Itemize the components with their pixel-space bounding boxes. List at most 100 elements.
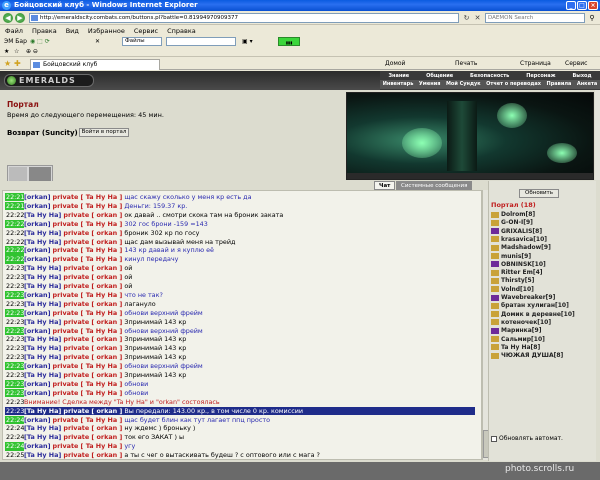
player-entry[interactable]: Сальмир[10] (491, 336, 596, 344)
player-entry[interactable]: Thirsty[5] (491, 277, 596, 285)
links-icon[interactable]: ⊕ ⊖ (26, 47, 38, 57)
auto-refresh-checkbox[interactable] (491, 435, 497, 442)
enter-portal-button[interactable]: Войти в портал (79, 128, 129, 137)
page-menu[interactable]: Страница (520, 59, 551, 69)
player-entry[interactable]: Volnd[10] (491, 286, 596, 294)
player-entry[interactable]: братан хулиган[10] (491, 302, 596, 310)
player-name[interactable]: krasavica[10] (501, 236, 547, 243)
message-private-tag[interactable]: private [ orkan ] (63, 238, 122, 246)
search-input[interactable]: DAEMON Search (485, 13, 585, 23)
message-nick[interactable]: [Ta Hy Ha] (24, 229, 61, 237)
tab-fight-club[interactable]: Бойцовский клуб (30, 59, 160, 70)
message-nick[interactable]: [Ta Hy Ha] (24, 300, 61, 308)
forward-icon[interactable]: ▶ (15, 13, 25, 23)
menu-view[interactable]: Вид (66, 26, 79, 36)
player-name[interactable]: Сальмир[10] (501, 336, 545, 343)
message-private-tag[interactable]: private [ Ta Hy Ha ] (53, 362, 123, 370)
nav-transfers[interactable]: Отчет о переводах (486, 80, 541, 89)
print-button[interactable]: Печать (455, 59, 477, 69)
player-name[interactable]: Wavebreaker[9] (501, 294, 555, 301)
message-nick[interactable]: [Ta Hy Ha] (24, 273, 61, 281)
message-nick[interactable]: [orkan] (24, 246, 51, 254)
player-name[interactable]: Madshadow[9] (501, 244, 551, 251)
menu-file[interactable]: Файл (5, 26, 23, 36)
toolbar-icons[interactable]: ◉ ⬚ ⟳ (30, 37, 50, 46)
player-name[interactable]: OBNINSK[10] (501, 261, 546, 268)
maximize-button[interactable]: □ (577, 1, 587, 10)
player-entry[interactable]: munis[9] (491, 253, 596, 261)
nav-exit[interactable]: Выход (573, 72, 592, 80)
message-nick[interactable]: [Ta Hy Ha] (24, 318, 61, 326)
message-nick[interactable]: [Ta Hy Ha] (24, 451, 61, 459)
player-name[interactable]: Маринка[9] (501, 327, 541, 334)
message-nick[interactable]: [orkan] (24, 327, 51, 335)
message-nick[interactable]: [Ta Hy Ha] (24, 424, 61, 432)
player-entry[interactable]: Домик в деревне[10] (491, 311, 596, 319)
message-private-tag[interactable]: private [ Ta Hy Ha ] (53, 442, 123, 450)
nav-chat[interactable]: Общение (426, 72, 453, 80)
message-nick[interactable]: [Ta Hy Ha] (24, 211, 61, 219)
add-favorite-star-icon[interactable]: ✚ (14, 60, 21, 68)
nav-security[interactable]: Безопасность (470, 72, 509, 80)
message-private-tag[interactable]: private [ Ta Hy Ha ] (53, 416, 123, 424)
favorites-icon[interactable]: ☆ (14, 47, 19, 57)
menu-tools[interactable]: Сервис (134, 26, 158, 36)
message-nick[interactable]: [orkan] (24, 442, 51, 450)
nav-knowledge[interactable]: Знание (388, 72, 409, 80)
player-entry[interactable]: котеночек[10] (491, 319, 596, 327)
player-name[interactable]: Домик в деревне[10] (501, 311, 575, 318)
player-entry[interactable]: Маринка[9] (491, 327, 596, 335)
player-entry[interactable]: Ta Hy Ha[8] (491, 344, 596, 352)
player-name[interactable]: братан хулиган[10] (501, 302, 569, 309)
message-nick[interactable]: [Ta Hy Ha] (24, 238, 61, 246)
message-private-tag[interactable]: private [ orkan ] (63, 424, 122, 432)
message-private-tag[interactable]: private [ orkan ] (63, 211, 122, 219)
message-private-tag[interactable]: private [ orkan ] (63, 344, 122, 352)
player-name[interactable]: котеночек[10] (501, 319, 551, 326)
menu-favorites[interactable]: Избранное (88, 26, 125, 36)
message-private-tag[interactable]: private [ orkan ] (63, 229, 122, 237)
message-nick[interactable]: [orkan] (24, 389, 51, 397)
message-private-tag[interactable]: private [ orkan ] (63, 264, 122, 272)
message-private-tag[interactable]: private [ orkan ] (63, 353, 122, 361)
message-nick[interactable]: [Ta Hy Ha] (24, 407, 61, 415)
tool-icon[interactable]: ✕ (95, 37, 100, 46)
message-private-tag[interactable]: private [ orkan ] (63, 407, 122, 415)
message-nick[interactable]: [orkan] (24, 291, 51, 299)
message-private-tag[interactable]: private [ orkan ] (63, 300, 122, 308)
minimize-button[interactable]: _ (566, 1, 576, 10)
message-nick[interactable]: [orkan] (24, 380, 51, 388)
message-private-tag[interactable]: private [ Ta Hy Ha ] (53, 291, 123, 299)
message-private-tag[interactable]: private [ Ta Hy Ha ] (53, 246, 123, 254)
message-private-tag[interactable]: private [ orkan ] (63, 451, 122, 459)
player-entry[interactable]: ЧЮЖАЯ ДУША[8] (491, 352, 596, 360)
add-favorite-icon[interactable]: ★ (4, 47, 9, 57)
auto-refresh-toggle[interactable]: Обновлять автомат. (491, 435, 563, 443)
player-name[interactable]: Ta Hy Ha[8] (501, 344, 540, 351)
message-private-tag[interactable]: private [ Ta Hy Ha ] (53, 380, 123, 388)
message-nick[interactable]: [orkan] (24, 220, 51, 228)
tab-system-messages[interactable]: Системные сообщения (396, 181, 473, 190)
message-private-tag[interactable]: private [ orkan ] (63, 335, 122, 343)
stop-icon[interactable]: ✕ (473, 13, 482, 23)
player-entry[interactable]: Wavebreaker[9] (491, 294, 596, 302)
message-nick[interactable]: [Ta Hy Ha] (24, 433, 61, 441)
message-nick[interactable]: [Ta Hy Ha] (24, 353, 61, 361)
nav-profile[interactable]: Анкета (577, 80, 597, 89)
nav-skills[interactable]: Умения (419, 80, 441, 89)
player-entry[interactable]: Dolrom[8] (491, 211, 596, 219)
nav-character[interactable]: Персонаж (526, 72, 555, 80)
message-nick[interactable]: [orkan] (24, 416, 51, 424)
message-private-tag[interactable]: private [ Ta Hy Ha ] (53, 389, 123, 397)
message-nick[interactable]: [orkan] (24, 255, 51, 263)
player-entry[interactable]: OBNINSK[10] (491, 261, 596, 269)
favorites-star-icon[interactable]: ★ (4, 60, 11, 68)
player-name[interactable]: Thirsty[5] (501, 277, 534, 284)
player-entry[interactable]: GRIXALIS[8] (491, 228, 596, 236)
files-dropdown[interactable]: Файлы (122, 37, 162, 46)
message-nick[interactable]: [Ta Hy Ha] (24, 264, 61, 272)
message-private-tag[interactable]: private [ Ta Hy Ha ] (53, 309, 123, 317)
nav-chest[interactable]: Мой Сундук (446, 80, 481, 89)
message-private-tag[interactable]: private [ orkan ] (63, 371, 122, 379)
player-name[interactable]: munis[9] (501, 253, 531, 260)
